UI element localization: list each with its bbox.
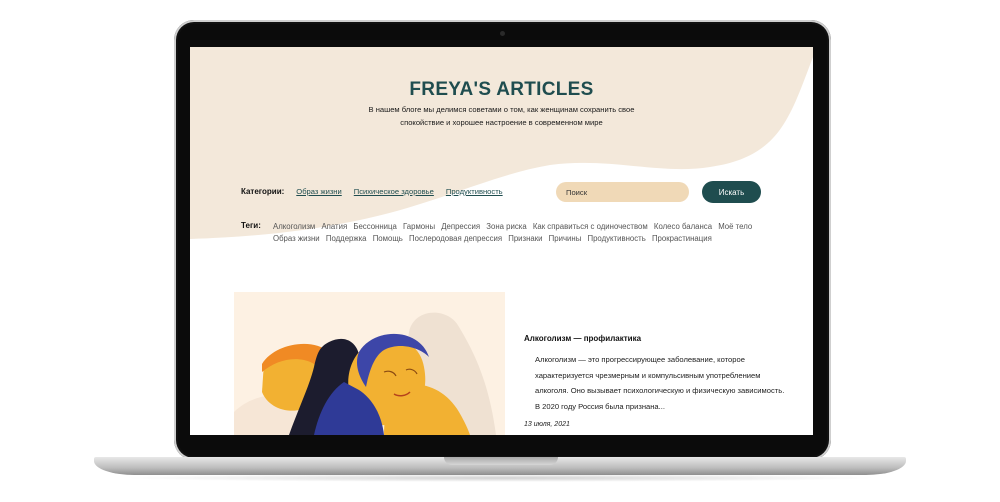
laptop-shadow xyxy=(120,474,880,482)
tags-label: Теги: xyxy=(241,221,261,230)
hero-background xyxy=(190,47,813,239)
categories-bar: Категории: Образ жизни Психическое здоро… xyxy=(241,187,503,196)
tag-item[interactable]: Гармоны xyxy=(403,222,435,231)
tag-item[interactable]: Алкоголизм xyxy=(273,222,315,231)
tag-item[interactable]: Как справиться с одиночеством xyxy=(533,222,648,231)
article-excerpt: Алкоголизм — это прогрессирующее заболев… xyxy=(535,355,785,411)
tag-item[interactable]: Признаки xyxy=(508,234,542,243)
tag-item[interactable]: Продуктивность xyxy=(587,234,645,243)
tag-item[interactable]: Колесо баланса xyxy=(654,222,712,231)
women-illustration xyxy=(234,292,505,435)
tag-item[interactable]: Поддержка xyxy=(326,234,367,243)
search-input[interactable] xyxy=(556,182,689,202)
article-date: 13 июля, 2021 xyxy=(524,421,570,428)
tag-item[interactable]: Помощь xyxy=(373,234,403,243)
tags-list: Алкоголизм Апатия Бессонница Гармоны Деп… xyxy=(273,221,763,245)
tag-item[interactable]: Бессонница xyxy=(353,222,396,231)
categories-label: Категории: xyxy=(241,187,285,196)
laptop-notch xyxy=(444,457,558,465)
tag-item[interactable]: Прокрастинация xyxy=(652,234,712,243)
search-button[interactable]: Искать xyxy=(702,181,761,203)
category-link-lifestyle[interactable]: Образ жизни xyxy=(296,187,341,196)
tag-item[interactable]: Зона риска xyxy=(486,222,526,231)
article-title[interactable]: Алкоголизм — профилактика xyxy=(524,334,641,343)
category-link-productivity[interactable]: Продуктивность xyxy=(446,187,503,196)
category-link-mental-health[interactable]: Психическое здоровье xyxy=(354,187,434,196)
tag-item[interactable]: Моё тело xyxy=(718,222,752,231)
article-image[interactable] xyxy=(234,292,505,435)
tag-item[interactable]: Депрессия xyxy=(441,222,480,231)
laptop-screen: FREYA'S ARTICLES В нашем блоге мы делимс… xyxy=(190,47,813,435)
tag-item[interactable]: Причины xyxy=(549,234,582,243)
page-title: FREYA'S ARTICLES xyxy=(409,79,594,100)
tag-item[interactable]: Образ жизни xyxy=(273,234,320,243)
camera-icon xyxy=(500,31,505,36)
tag-item[interactable]: Апатия xyxy=(321,222,347,231)
page-subtitle: В нашем блоге мы делимся советами о том,… xyxy=(368,105,635,127)
tag-item[interactable]: Послеродовая депрессия xyxy=(409,234,502,243)
